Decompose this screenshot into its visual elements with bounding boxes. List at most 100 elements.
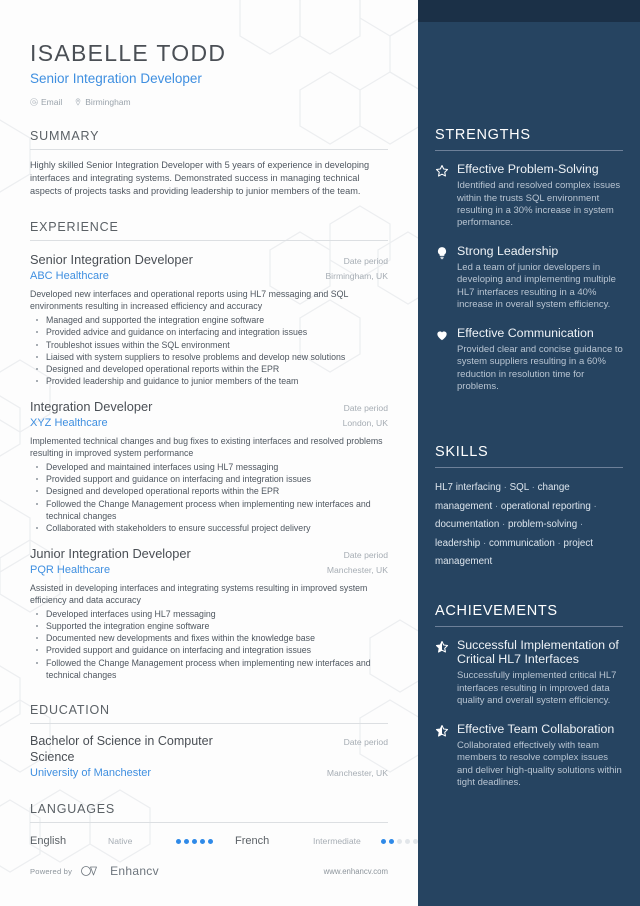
summary-heading: SUMMARY	[30, 129, 100, 143]
level-dot	[192, 838, 197, 844]
experience-entry: Integration Developer Date period XYZ Heal…	[30, 399, 388, 535]
resume-page: ISABELLE TODD Senior Integration Develop…	[0, 0, 640, 906]
powered-by-label: Powered by	[30, 866, 73, 876]
education-school[interactable]: University of Manchester	[30, 766, 151, 780]
skill-separator: ·	[554, 537, 564, 549]
summary-text: Highly skilled Senior Integration Develo…	[30, 160, 370, 196]
list-item-title: Strong Leadership	[457, 243, 559, 258]
education-title-row: Bachelor of Science in Computer Science D…	[30, 734, 388, 765]
language-level-dots	[176, 838, 213, 844]
experience-entry: Junior Integration Developer Date period P…	[30, 546, 388, 682]
main-column: ISABELLE TODD Senior Integration Develop…	[0, 0, 418, 906]
level-dot	[200, 838, 205, 844]
list-item-title: Successful Implementation of Critical HL…	[457, 638, 619, 667]
skill-separator: ·	[500, 482, 510, 493]
list-item: Developed and maintained interfaces usin…	[30, 461, 388, 473]
email-icon	[30, 98, 38, 106]
skill-tag: HL7 interfacing	[435, 482, 501, 493]
list-item: Followed the Change Management process w…	[30, 498, 388, 523]
level-dot	[381, 838, 386, 844]
brand-name: Enhancv	[110, 864, 159, 878]
section-divider	[30, 723, 388, 725]
experience-bullet-list: Managed and supported the integration en…	[30, 314, 388, 388]
section-divider	[435, 467, 623, 468]
skill-separator: ·	[499, 519, 508, 530]
list-item: Collaborated with stakeholders to ensure…	[30, 522, 388, 534]
experience-company[interactable]: PQR Healthcare	[30, 563, 110, 577]
education-entry: Bachelor of Science in Computer Science D…	[30, 734, 388, 780]
level-dot	[405, 838, 410, 844]
education-location: Manchester, UK	[326, 768, 388, 779]
skill-tag: SQL	[509, 482, 529, 493]
list-item: Developed interfaces using HL7 messaging	[30, 608, 388, 620]
education-list: Bachelor of Science in Computer Science D…	[30, 734, 388, 780]
list-item-body: Strong Leadership Led a team of junior de…	[457, 244, 623, 312]
list-item-description: Led a team of junior developers in devel…	[457, 262, 616, 311]
experience-location: Birmingham, UK	[325, 271, 388, 281]
list-item: Provided support and guidance on interfa…	[30, 644, 388, 656]
star-half-icon	[435, 722, 449, 790]
skill-separator: ·	[590, 500, 597, 512]
list-item: Effective Team Collaboration Collaborated…	[435, 722, 623, 790]
list-item: Successful Implementation of Critical HL…	[435, 638, 623, 708]
education-degree: Bachelor of Science in Computer Science	[30, 734, 213, 764]
skill-separator: ·	[528, 482, 538, 493]
skill-separator: ·	[577, 519, 584, 530]
experience-company[interactable]: XYZ Healthcare	[30, 416, 108, 430]
section-divider	[435, 626, 623, 627]
strengths-heading: STRENGTHS	[435, 127, 531, 143]
list-item-body: Effective Communication Provided clear an…	[457, 326, 623, 394]
contact-email[interactable]: Email	[30, 97, 62, 107]
list-item-title: Effective Team Collaboration	[457, 721, 615, 736]
experience-heading: EXPERIENCE	[30, 220, 119, 234]
contact-location-label: Birmingham	[85, 97, 131, 107]
experience-summary: Developed new interfaces and operational…	[30, 289, 349, 311]
language-level-dots	[381, 838, 418, 844]
star-outline-icon	[435, 162, 449, 230]
experience-org-row: ABC Healthcare Birmingham, UK	[30, 268, 388, 283]
skill-tag: documentation	[435, 519, 500, 530]
contact-info-row: Email Birmingham	[30, 97, 388, 107]
list-item-description: Identified and resolved complex issues w…	[457, 180, 621, 229]
experience-date-period: Date period	[343, 256, 388, 266]
experience-company[interactable]: ABC Healthcare	[30, 269, 109, 283]
list-item: Effective Communication Provided clear an…	[435, 326, 623, 394]
skill-tag: operational reporting	[500, 500, 591, 512]
list-item: Provided advice and guidance on interfac…	[30, 326, 388, 338]
experience-org-row: XYZ Healthcare London, UK	[30, 415, 388, 430]
list-item: Supported the integration engine softwar…	[30, 620, 388, 632]
strengths-list: Effective Problem-Solving Identified and …	[435, 162, 623, 393]
languages-list: English Native French Intermediate	[30, 835, 418, 848]
experience-summary: Assisted in developing interfaces and in…	[30, 582, 368, 605]
experience-bullet-list: Developed and maintained interfaces usin…	[30, 461, 388, 535]
section-divider	[435, 150, 623, 151]
contact-location[interactable]: Birmingham	[74, 97, 131, 107]
languages-heading: LANGUAGES	[30, 802, 116, 817]
experience-location: London, UK	[342, 417, 388, 428]
section-divider	[30, 149, 388, 150]
page-footer: Powered by Enhancv www.enhancv.com	[30, 864, 388, 878]
list-item-title: Effective Communication	[457, 325, 594, 340]
achievements-list: Successful Implementation of Critical HL…	[435, 638, 623, 789]
section-divider	[30, 822, 388, 824]
list-item-description: Provided clear and concise guidance to s…	[457, 343, 623, 393]
skills-heading: SKILLS	[435, 444, 489, 460]
achievements-heading: ACHIEVEMENTS	[435, 603, 558, 619]
location-pin-icon	[74, 98, 82, 106]
level-dot	[397, 838, 402, 844]
section-experience: EXPERIENCE Senior Integration Developer D…	[30, 220, 388, 681]
language-name: French	[235, 835, 270, 848]
list-item-body: Successful Implementation of Critical HL…	[457, 638, 623, 708]
list-item: Designed and developed operational repor…	[30, 363, 388, 375]
list-item: Followed the Change Management process w…	[30, 657, 388, 682]
experience-org-row: PQR Healthcare Manchester, UK	[30, 562, 388, 577]
enhancv-logo-icon	[80, 865, 102, 877]
website-url[interactable]: www.enhancv.com	[324, 867, 388, 876]
list-item-description: Successfully implemented critical HL7 in…	[457, 670, 617, 707]
skill-tag: communication	[488, 537, 555, 549]
skill-tag: problem-solving	[508, 519, 578, 530]
sidebar-top-band	[418, 0, 640, 22]
heart-icon	[435, 326, 449, 394]
experience-job-title: Junior Integration Developer	[30, 545, 191, 561]
experience-entry: Senior Integration Developer Date period A…	[30, 252, 388, 388]
